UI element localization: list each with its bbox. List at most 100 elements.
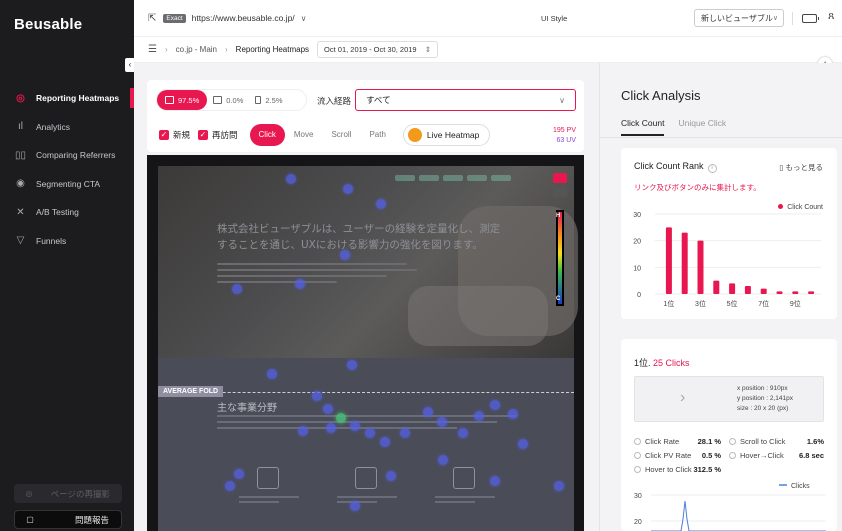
heat-scale-low-label: C xyxy=(556,296,561,302)
click-dot xyxy=(267,369,277,379)
click-dot xyxy=(490,476,500,486)
sidebar-item-label: Segmenting CTA xyxy=(36,178,101,189)
report-issue-button[interactable]: ▢ 問題報告 xyxy=(14,510,122,529)
chevron-down-icon[interactable]: ∨ xyxy=(301,14,307,23)
see-more-button[interactable]: ▯ もっと見る xyxy=(779,162,823,173)
stat-value: 312.5 % xyxy=(693,464,721,474)
uv-unit: UV xyxy=(566,137,576,144)
inflow-select[interactable]: すべて ∨ xyxy=(355,89,576,111)
tab-underline xyxy=(600,137,842,138)
stat-label: Hover→Click xyxy=(740,450,784,460)
info-icon[interactable] xyxy=(634,437,641,445)
list-icon[interactable]: ☰ xyxy=(148,44,157,55)
device-desktop[interactable]: 97.5% xyxy=(157,90,208,110)
tab-scroll[interactable]: Scroll xyxy=(322,124,360,146)
info-icon[interactable] xyxy=(634,465,641,473)
info-icon[interactable] xyxy=(634,451,641,459)
battery-icon[interactable] xyxy=(802,14,819,23)
sidebar-item-label: Analytics xyxy=(36,121,71,132)
click-dot xyxy=(474,411,484,421)
hero-shape xyxy=(408,286,548,346)
stat-label: Hover to Click xyxy=(645,464,692,474)
date-range-value: Oct 01, 2019 - Oct 30, 2019 xyxy=(324,45,417,54)
sidebar-item-reporting-heatmaps[interactable]: ◎ Reporting Heatmaps xyxy=(0,84,134,113)
click-dot xyxy=(340,250,350,260)
click-analysis-panel: Click Analysis Click Count Unique Click … xyxy=(599,63,842,531)
sidebar-item-funnels[interactable]: ▽ Funnels xyxy=(0,227,134,256)
click-dot xyxy=(323,404,333,414)
click-count-rank-chart: 0 10 20 30 1位 3位 5位 7位 9位 xyxy=(633,212,821,308)
tab-move[interactable]: Move xyxy=(285,124,323,146)
breadcrumb-page[interactable]: Reporting Heatmaps xyxy=(236,45,309,54)
ab-test-icon: ✕ xyxy=(16,206,25,218)
click-dot xyxy=(376,199,386,209)
chevron-down-icon: ∨ xyxy=(559,95,565,105)
click-dot xyxy=(438,455,448,465)
live-heatmap-button[interactable]: Live Heatmap xyxy=(402,124,491,146)
see-more-label: もっと見る xyxy=(785,163,824,172)
date-range-picker[interactable]: Oct 01, 2019 - Oct 30, 2019 ⇕ xyxy=(317,41,438,58)
y-position: y position : 2,141px xyxy=(737,395,794,402)
tab-click[interactable]: Click xyxy=(249,124,285,146)
y-tick-label: 0 xyxy=(637,292,641,299)
inflow-label: 流入経路 xyxy=(317,96,352,106)
heat-scale-high-label: H xyxy=(556,213,561,219)
sidebar-item-analytics[interactable]: ıl Analytics xyxy=(0,113,134,142)
ui-style-select[interactable]: 新しいビューザブル ∨ xyxy=(694,9,784,27)
breadcrumb-site[interactable]: co.jp - Main xyxy=(176,45,217,54)
sidebar: Beusable ‹ ◎ Reporting Heatmaps ıl Analy… xyxy=(0,0,135,531)
click-dot xyxy=(232,284,242,294)
heatmap-view[interactable]: 株式会社ビューザブルは、ユーザーの経験を定量化し、測定することを通じ、UXにおけ… xyxy=(147,155,584,531)
sidebar-item-ab-testing[interactable]: ✕ A/B Testing xyxy=(0,198,134,227)
live-heatmap-label: Live Heatmap xyxy=(426,130,480,140)
element-preview[interactable]: › x position : 910px y position : 2,141p… xyxy=(634,376,824,422)
x-tick-label: 9位 xyxy=(790,299,801,308)
returning-visitor-label: 再訪問 xyxy=(212,130,238,140)
info-icon[interactable] xyxy=(729,451,736,459)
y-tick-label: 10 xyxy=(633,265,641,272)
app-logo[interactable]: Beusable xyxy=(14,16,82,33)
legend-swatch xyxy=(778,204,784,209)
scroll-to-click-stat: Scroll to Click 1.6% xyxy=(729,437,824,446)
chart-legend: Click Count xyxy=(778,204,823,211)
hero-image xyxy=(158,166,578,358)
check-icon: ✓ xyxy=(159,130,169,140)
legend-label: Clicks xyxy=(791,483,810,490)
external-link-icon[interactable]: ⇱ xyxy=(148,13,156,24)
click-dot xyxy=(312,391,322,401)
pv-value: 195 xyxy=(553,127,565,134)
stat-row: Hover to Click 312.5 % xyxy=(634,462,824,476)
panel-title: Click Analysis xyxy=(621,88,701,103)
sidebar-item-comparing-referrers[interactable]: ▯▯ Comparing Referrers xyxy=(0,141,134,170)
device-tablet-share: 0.0% xyxy=(226,95,244,105)
info-icon[interactable]: i xyxy=(707,164,717,173)
sidebar-item-label: Comparing Referrers xyxy=(36,150,116,161)
y-tick-label: 30 xyxy=(634,493,642,500)
rank-detail-header: 1位. 25 Clicks xyxy=(634,356,690,369)
returning-visitor-checkbox[interactable]: ✓ 再訪問 xyxy=(198,129,238,141)
average-fold-label: AVERAGE FOLD xyxy=(158,386,224,397)
user-icon[interactable]: ጸ xyxy=(828,10,834,23)
stat-label: Click Rate xyxy=(645,436,680,446)
heatmap-opacity-toggle[interactable] xyxy=(553,187,567,197)
tab-click-count[interactable]: Click Count xyxy=(621,118,665,136)
click-count-rank-card: 0 10 20 30 1位 3位 5位 7位 9位 Click Count Rank i ▯ もっ… xyxy=(621,148,837,319)
click-dot xyxy=(295,279,305,289)
rank-bar xyxy=(776,291,783,294)
click-dot xyxy=(400,428,410,438)
x-tick-label: 3位 xyxy=(695,299,706,308)
rank-bar xyxy=(744,286,751,294)
device-mobile[interactable]: 2.5% xyxy=(249,90,288,110)
page-url[interactable]: https://www.beusable.co.jp/ xyxy=(192,13,295,23)
new-visitor-checkbox[interactable]: ✓ 新規 xyxy=(159,129,190,141)
info-icon[interactable] xyxy=(729,437,736,445)
device-tablet[interactable]: 0.0% xyxy=(207,90,249,110)
sidebar-item-segmenting-cta[interactable]: ◉ Segmenting CTA xyxy=(0,170,134,199)
camera-icon: ◎ xyxy=(25,489,33,498)
click-dot xyxy=(350,501,360,511)
compare-columns-icon: ▯▯ xyxy=(14,149,26,161)
tab-unique-click[interactable]: Unique Click xyxy=(678,118,726,136)
heatmap-visibility-toggle[interactable] xyxy=(553,173,567,183)
page-recapture-button[interactable]: ◎ ページの再撮影 xyxy=(14,484,122,503)
tab-path[interactable]: Path xyxy=(360,124,394,146)
